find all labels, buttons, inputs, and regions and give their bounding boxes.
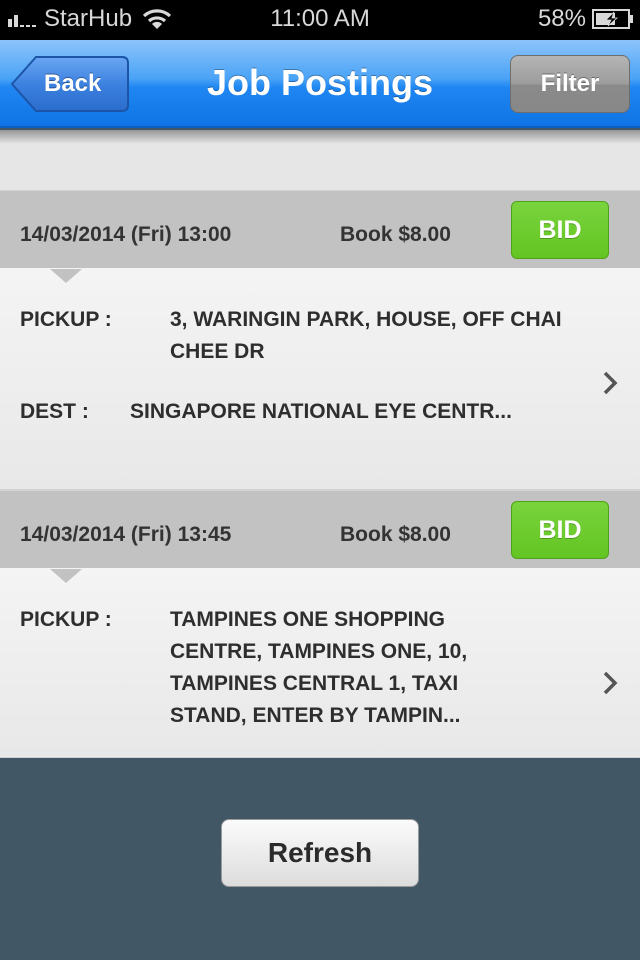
job-header: 14/03/2014 (Fri) 13:45 Book $8.00 BID [0,490,640,583]
nav-shadow [0,130,640,144]
chevron-right-icon[interactable] [602,670,618,696]
job-datetime: 14/03/2014 (Fri) 13:00 [20,223,232,246]
status-bar: StarHub 11:00 AM 58% [0,0,640,40]
pickup-address: TAMPINES ONE SHOPPING CENTRE, TAMPINES O… [170,608,468,727]
chevron-right-icon[interactable] [602,370,618,396]
job-datetime: 14/03/2014 (Fri) 13:45 [20,523,232,546]
refresh-button[interactable]: Refresh [221,819,419,887]
job-details[interactable]: PICKUP : TAMPINES ONE SHOPPING CENTRE, T… [0,568,640,758]
battery-percent: 58% [537,5,586,32]
pickup-label: PICKUP : [20,608,112,631]
filter-button[interactable]: Filter [510,55,630,113]
job-details[interactable]: PICKUP : 3, WARINGIN PARK, HOUSE, OFF CH… [0,268,640,490]
header-pointer [50,269,82,283]
battery-charging-icon [592,9,633,29]
header-pointer [50,569,82,583]
dest-label: DEST : [20,400,89,423]
job-item: 14/03/2014 (Fri) 13:45 Book $8.00 BID PI… [0,490,640,758]
pickup-label: PICKUP : [20,308,112,331]
job-header: 14/03/2014 (Fri) 13:00 Book $8.00 BID [0,190,640,283]
back-label: Back [44,70,102,97]
job-price: Book $8.00 [340,223,451,246]
status-right: 58% [538,5,634,33]
job-list: 14/03/2014 (Fri) 13:00 Book $8.00 BID PI… [0,130,640,758]
bid-button[interactable]: BID [511,201,609,259]
pickup-address: 3, WARINGIN PARK, HOUSE, OFF CHAI CHEE D… [170,308,562,363]
job-item: 14/03/2014 (Fri) 13:00 Book $8.00 BID PI… [0,190,640,490]
navigation-bar: Back Job Postings Filter [0,40,640,128]
bid-button[interactable]: BID [511,501,609,559]
back-button[interactable]: Back [10,55,130,113]
job-price: Book $8.00 [340,523,451,546]
dest-address: SINGAPORE NATIONAL EYE CENTR... [130,400,512,423]
